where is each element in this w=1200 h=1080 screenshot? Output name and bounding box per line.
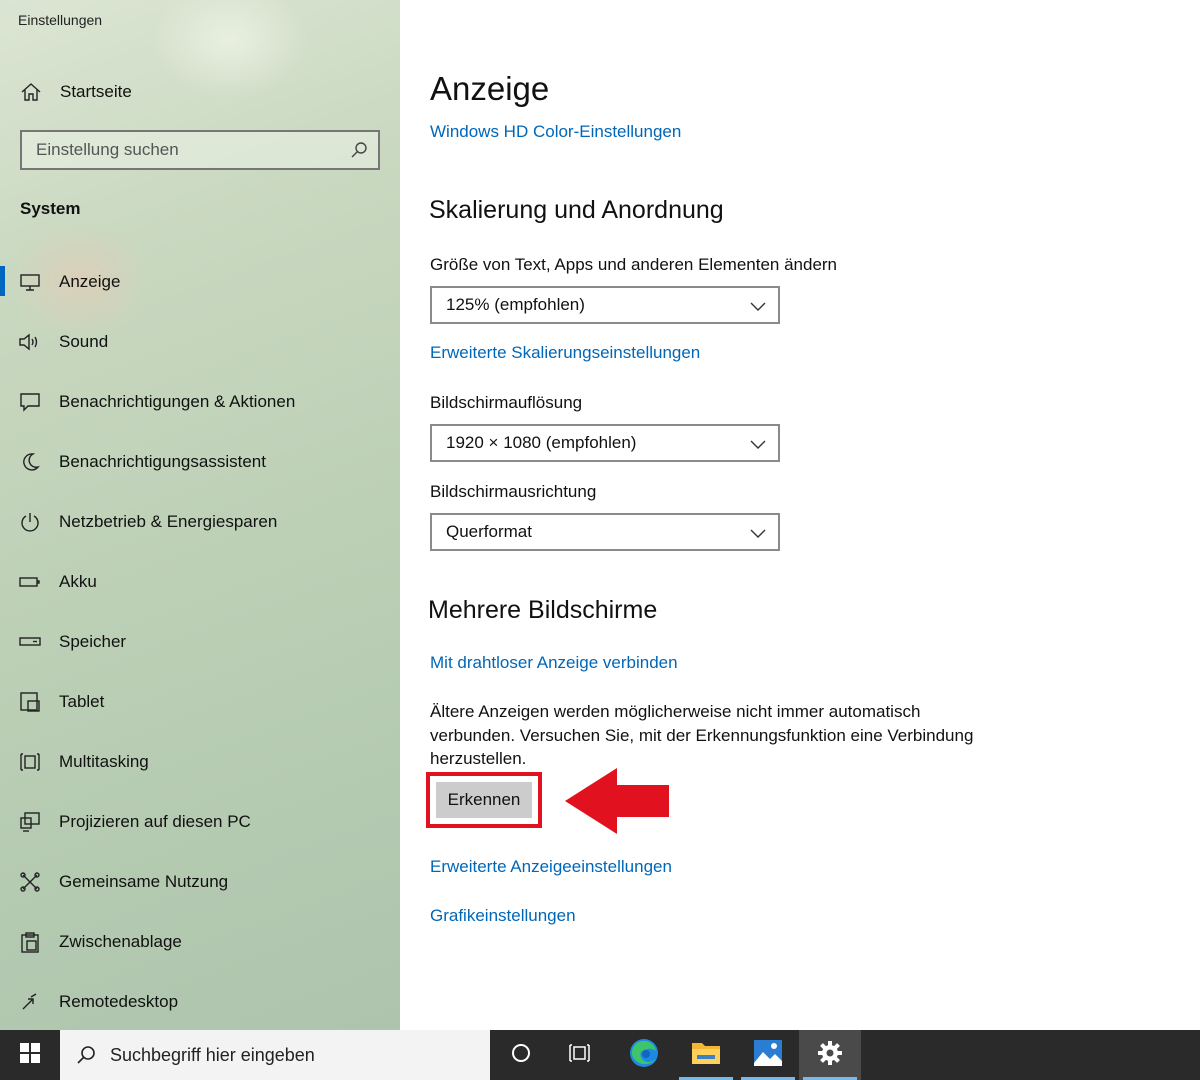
sidebar-item-label: Tablet [59,692,105,711]
monitor-icon [18,272,42,292]
graphics-settings-link[interactable]: Grafikeinstellungen [430,906,576,926]
settings-button[interactable] [799,1030,861,1080]
sidebar-item-label: Sound [59,332,109,351]
resolution-dropdown[interactable]: 1920 × 1080 (empfohlen) [430,424,780,462]
hd-color-link[interactable]: Windows HD Color-Einstellungen [430,122,681,142]
scaling-heading: Skalierung und Anordnung [429,196,724,224]
sidebar-item-zwischenablage[interactable]: Zwischenablage [0,912,400,972]
chevron-down-icon [750,525,766,545]
multi-display-heading: Mehrere Bildschirme [428,596,658,624]
project-icon [18,811,42,833]
moon-icon [18,451,42,473]
orientation-dropdown-value: Querformat [446,522,532,541]
photos-icon [753,1039,783,1072]
cortana-button[interactable] [490,1030,552,1080]
taskbar: Suchbegriff hier eingeben [0,1030,1200,1080]
settings-search[interactable] [20,130,380,170]
section-label: System [20,199,81,218]
sidebar-item-tablet[interactable]: Tablet [0,672,400,732]
size-label: Größe von Text, Apps und anderen Element… [430,255,838,274]
sidebar-item-label: Remotedesktop [59,992,179,1011]
page-title: Anzeige [430,70,550,107]
photos-button[interactable] [737,1030,799,1080]
size-dropdown-value: 125% (empfohlen) [446,295,585,314]
clipboard-icon [18,931,42,953]
sidebar-item-benachrichtigungen[interactable]: Benachrichtigungen & Aktionen [0,372,400,432]
sidebar-item-speicher[interactable]: Speicher [0,612,400,672]
sidebar-item-label: Gemeinsame Nutzung [59,872,229,891]
sidebar-item-anzeige[interactable]: Anzeige [0,252,400,312]
sidebar-item-multitasking[interactable]: Multitasking [0,732,400,792]
search-icon [76,1045,96,1065]
search-icon[interactable] [350,141,368,164]
start-button[interactable] [0,1030,60,1080]
main-content: Anzeige Windows HD Color-Einstellungen S… [400,0,1200,1030]
start-icon [20,1042,40,1068]
power-icon [18,511,42,533]
sidebar-item-label: Benachrichtigungsassistent [59,452,266,471]
tablet-icon [18,691,42,713]
sidebar-item-label: Netzbetrieb & Energiesparen [59,512,278,531]
edge-button[interactable] [613,1030,675,1080]
settings-search-input[interactable] [22,140,332,160]
sidebar-item-label: Multitasking [59,752,149,771]
red-arrow-icon [565,768,669,839]
cortana-icon [510,1042,532,1069]
file-explorer-button[interactable] [675,1030,737,1080]
sidebar-item-sound[interactable]: Sound [0,312,400,372]
sidebar-item-label: Projizieren auf diesen PC [59,812,251,831]
orientation-label: Bildschirmausrichtung [430,482,597,501]
notification-icon [18,391,42,413]
file-explorer-icon [691,1040,721,1071]
sidebar-home-label: Startseite [60,82,132,101]
speaker-icon [18,332,42,352]
detect-button[interactable]: Erkennen [436,782,532,818]
advanced-display-link[interactable]: Erweiterte Anzeigeeinstellungen [430,857,672,877]
multitasking-icon [18,751,42,773]
size-dropdown[interactable]: 125% (empfohlen) [430,286,780,324]
sidebar-item-netzbetrieb[interactable]: Netzbetrieb & Energiesparen [0,492,400,552]
chevron-down-icon [750,298,766,318]
resolution-label: Bildschirmauflösung [430,393,583,412]
sidebar-item-label: Anzeige [59,272,121,291]
chevron-down-icon [750,436,766,456]
resolution-dropdown-value: 1920 × 1080 (empfohlen) [446,433,637,452]
taskbar-search-placeholder: Suchbegriff hier eingeben [110,1044,315,1065]
advanced-scaling-link[interactable]: Erweiterte Skalierungseinstellungen [430,343,700,363]
sidebar-item-label: Benachrichtigungen & Aktionen [59,392,296,411]
sidebar-item-label: Zwischenablage [59,932,182,951]
sidebar-item-gemeinsame-nutzung[interactable]: Gemeinsame Nutzung [0,852,400,912]
sidebar: Einstellungen Startseite System Anzeige … [0,0,400,1030]
sidebar-item-label: Speicher [59,632,127,651]
sidebar-item-assistent[interactable]: Benachrichtigungsassistent [0,432,400,492]
sidebar-nav: Anzeige Sound Benachrichtigungen & Aktio… [0,252,400,1030]
share-icon [18,871,42,893]
taskbar-search[interactable]: Suchbegriff hier eingeben [60,1030,490,1080]
battery-icon [18,575,42,589]
sidebar-item-label: Akku [59,572,97,591]
sidebar-item-remotedesktop[interactable]: Remotedesktop [0,972,400,1030]
task-view-icon [568,1042,592,1069]
orientation-dropdown[interactable]: Querformat [430,513,780,551]
sidebar-item-projizieren[interactable]: Projizieren auf diesen PC [0,792,400,852]
window-title: Einstellungen [18,12,103,28]
detect-description: Ältere Anzeigen werden möglicherweise ni… [430,702,974,768]
remote-icon [18,991,42,1013]
home-icon [19,81,43,103]
storage-icon [18,635,42,649]
settings-icon [817,1040,843,1071]
sidebar-home[interactable]: Startseite [0,72,400,112]
edge-icon [628,1037,660,1074]
sidebar-item-akku[interactable]: Akku [0,552,400,612]
task-view-button[interactable] [549,1030,611,1080]
wireless-display-link[interactable]: Mit drahtloser Anzeige verbinden [430,653,678,673]
